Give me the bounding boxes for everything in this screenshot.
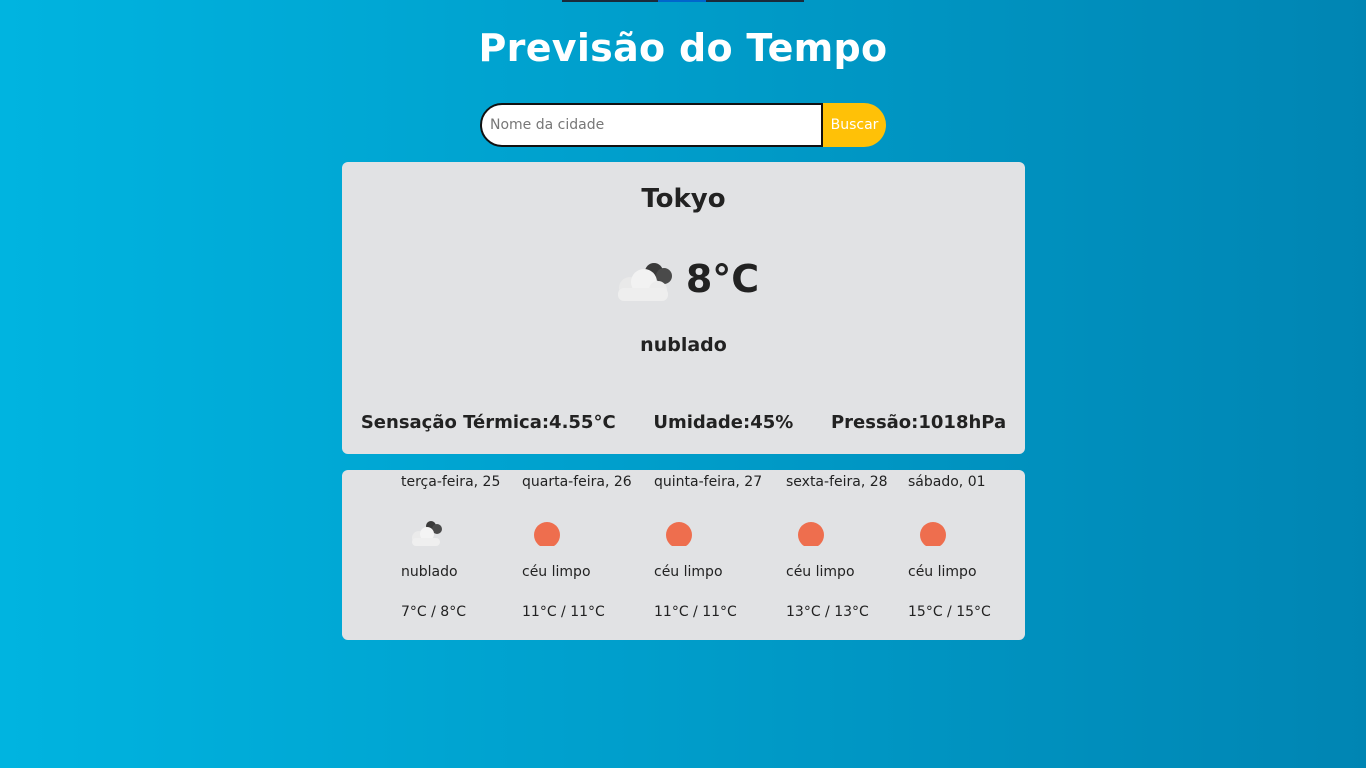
sun-icon bbox=[798, 522, 824, 546]
cloudy-icon bbox=[617, 263, 672, 301]
forecast-temperature-range: 11°C / 11°C bbox=[654, 604, 737, 620]
forecast-description: céu limpo bbox=[522, 564, 591, 580]
current-description: nublado bbox=[640, 334, 727, 356]
forecast-date: quarta-feira, 26 bbox=[522, 474, 632, 490]
humidity-value: 45% bbox=[750, 412, 794, 433]
forecast-card: terça-feira, 25 nublado 7°C / 8°C quarta… bbox=[342, 470, 1025, 640]
forecast-temperature-range: 15°C / 15°C bbox=[908, 604, 991, 620]
forecast-date: quinta-feira, 27 bbox=[654, 474, 763, 490]
sun-icon bbox=[666, 522, 692, 546]
forecast-description: céu limpo bbox=[908, 564, 977, 580]
cloudy-icon bbox=[412, 521, 442, 546]
forecast-date: sexta-feira, 28 bbox=[786, 474, 888, 490]
feels-like: Sensação Térmica:4.55°C bbox=[361, 412, 616, 433]
search-button[interactable]: Buscar bbox=[823, 103, 886, 147]
feels-like-label: Sensação Térmica: bbox=[360, 412, 550, 433]
forecast-description: céu limpo bbox=[654, 564, 723, 580]
pressure-value: 1018hPa bbox=[918, 412, 1007, 433]
forecast-temperature-range: 7°C / 8°C bbox=[401, 604, 466, 620]
pressure-label: Pressão: bbox=[830, 412, 919, 433]
feels-like-value: 4.55°C bbox=[549, 412, 616, 433]
sun-icon bbox=[534, 522, 560, 546]
forecast-temperature-range: 11°C / 11°C bbox=[522, 604, 605, 620]
city-name: Tokyo bbox=[641, 184, 726, 214]
sun-icon bbox=[920, 522, 946, 546]
forecast-date: terça-feira, 25 bbox=[401, 474, 501, 490]
city-search-input[interactable] bbox=[480, 103, 823, 147]
current-temperature: 8°C bbox=[685, 257, 760, 301]
page-title: Previsão do Tempo bbox=[478, 26, 888, 70]
search-bar: Buscar bbox=[480, 103, 886, 147]
forecast-description: céu limpo bbox=[786, 564, 855, 580]
pressure: Pressão:1018hPa bbox=[831, 412, 1006, 433]
forecast-description: nublado bbox=[401, 564, 458, 580]
humidity: Umidade:45% bbox=[653, 412, 793, 433]
forecast-temperature-range: 13°C / 13°C bbox=[786, 604, 869, 620]
weather-details: Sensação Térmica:4.55°C Umidade:45% Pres… bbox=[342, 412, 1025, 433]
current-temperature-row: 8°C bbox=[342, 250, 1025, 308]
humidity-label: Umidade: bbox=[653, 412, 751, 433]
top-strip-decoration bbox=[562, 0, 804, 2]
forecast-date: sábado, 01 bbox=[908, 474, 986, 490]
current-weather-card: Tokyo 8°C nublado Sensação Térmica:4.55°… bbox=[342, 162, 1025, 454]
